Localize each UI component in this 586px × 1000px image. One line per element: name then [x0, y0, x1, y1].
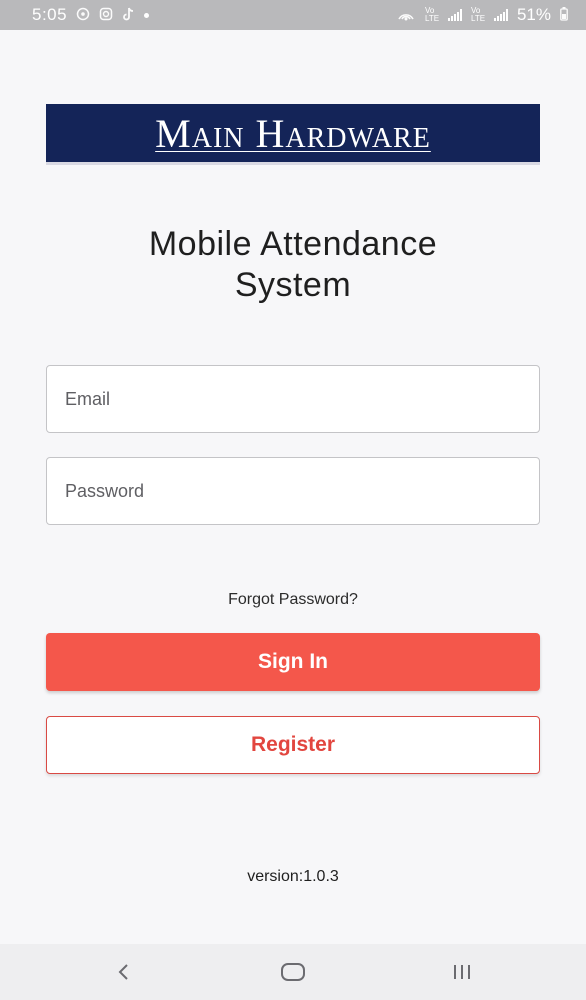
email-field[interactable]	[46, 365, 540, 433]
whatsapp-icon	[76, 7, 90, 24]
register-button[interactable]: Register	[46, 716, 540, 774]
hotspot-icon	[396, 7, 416, 24]
password-field[interactable]	[46, 457, 540, 525]
status-left: 5:05	[32, 5, 150, 25]
sign-in-button[interactable]: Sign In	[46, 633, 540, 691]
page-title-line-1: Mobile Attendance	[148, 225, 438, 263]
status-time: 5:05	[32, 5, 68, 24]
status-right: Vo LTE Vo LTE 51%	[396, 5, 568, 25]
instagram-icon	[99, 7, 113, 24]
company-logo: Main Hardware	[46, 104, 540, 165]
status-bar: 5:05 Vo LTE Vo LTE 51%	[0, 0, 586, 30]
net-label-2: Vo LTE	[470, 6, 486, 23]
battery-icon	[560, 6, 568, 24]
dot-icon	[144, 12, 150, 18]
login-screen: 5:05 Vo LTE Vo LTE 51% Main Hardware Mob…	[0, 0, 586, 1000]
system-nav-bar	[0, 944, 586, 1000]
back-icon[interactable]	[94, 950, 154, 994]
forgot-password-link[interactable]: Forgot Password?	[0, 591, 586, 609]
tiktok-icon	[122, 7, 135, 24]
version-label: version:1.0.3	[247, 868, 339, 885]
home-icon[interactable]	[263, 950, 323, 994]
logo-text: Main Hardware	[155, 110, 431, 156]
page-title: Mobile Attendance System	[40, 224, 546, 306]
signal-icon-2	[493, 9, 508, 21]
net-label-1: Vo LTE	[424, 6, 440, 23]
recents-icon[interactable]	[432, 950, 492, 994]
page-title-line-2: System	[234, 266, 352, 304]
battery-percentage: 51%	[516, 5, 551, 24]
signal-icon	[447, 9, 462, 21]
